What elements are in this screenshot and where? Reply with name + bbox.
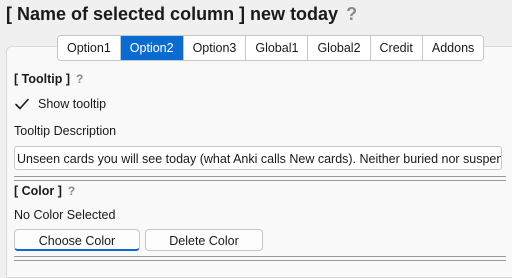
tooltip-section-title: [ Tooltip ] ? (14, 70, 83, 88)
color-section-label: [ Color ] (14, 184, 62, 198)
dialog-title: [ Name of selected column ] new today ? (6, 4, 357, 25)
tooltip-help-icon[interactable]: ? (76, 72, 83, 86)
color-section-title: [ Color ] ? (14, 182, 75, 200)
tab-credit[interactable]: Credit (370, 36, 423, 60)
section-divider-bottom (14, 256, 506, 261)
tab-option1[interactable]: Option1 (58, 36, 121, 60)
tooltip-section-label: [ Tooltip ] (14, 72, 70, 86)
section-divider (14, 176, 506, 181)
tab-bar: Option1 Option2 Option3 Global1 Global2 … (57, 35, 485, 61)
tab-global1[interactable]: Global1 (246, 36, 309, 60)
checkmark-icon[interactable] (14, 96, 30, 112)
show-tooltip-checkbox[interactable]: Show tooltip (14, 96, 106, 112)
tooltip-description-field[interactable]: Unseen cards you will see today (what An… (14, 146, 502, 170)
color-status: No Color Selected (14, 208, 116, 222)
tab-option2[interactable]: Option2 (120, 36, 184, 60)
delete-color-button[interactable]: Delete Color (145, 229, 263, 251)
dialog-title-text: [ Name of selected column ] new today (6, 4, 339, 24)
show-tooltip-label: Show tooltip (38, 97, 107, 111)
color-help-icon[interactable]: ? (68, 184, 75, 198)
tab-global2[interactable]: Global2 (308, 36, 371, 60)
tab-option3[interactable]: Option3 (183, 36, 247, 60)
tooltip-description-label: Tooltip Description (14, 124, 117, 138)
choose-color-button[interactable]: Choose Color (14, 229, 140, 251)
help-icon[interactable]: ? (346, 4, 357, 25)
tab-addons[interactable]: Addons (422, 36, 484, 60)
